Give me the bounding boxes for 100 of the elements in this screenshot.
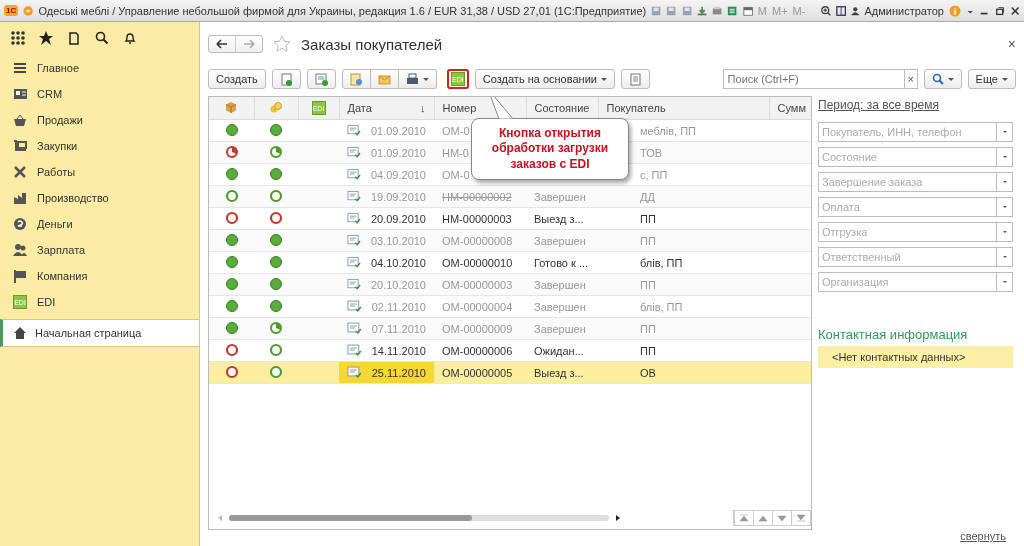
number-cell: НМ-00000003 [442,212,512,225]
column-header[interactable]: Сумм [769,97,811,120]
column-header[interactable]: Покупатель [598,97,769,120]
printer-icon[interactable] [712,4,723,17]
column-header[interactable]: Состояние [526,97,598,120]
star-icon[interactable] [273,35,291,53]
history-icon[interactable] [67,31,81,45]
scroll-right-icon[interactable] [615,514,621,522]
order-row[interactable]: 04.10.2010 ОМ-00000010 Готово к ... блів, ПП [209,251,811,274]
column-header[interactable]: Дата [347,102,372,114]
home-page-tab[interactable]: Начальная страница [0,319,199,347]
star-icon[interactable] [39,31,53,45]
coin-icon [13,217,27,231]
toolbar-icon[interactable] [651,4,662,17]
collapse-link[interactable]: свернуть [960,530,1006,542]
calendar-icon[interactable] [742,4,753,17]
panels-icon[interactable] [835,4,846,17]
list-icon [314,72,328,86]
card-icon [13,87,27,101]
number-cell: ОМ-0 [442,124,470,137]
customer-cell: ПП [640,322,656,335]
dropdown-button[interactable] [996,197,1013,217]
filter-field[interactable]: Отгрузка [818,222,996,242]
section-item[interactable]: Деньги [0,211,199,237]
dropdown-button[interactable] [996,147,1013,167]
section-item[interactable]: Продажи [0,107,199,133]
filter-field[interactable]: Завершение заказа [818,172,996,192]
add-button[interactable] [306,69,336,89]
toolbar-icon[interactable] [681,4,692,17]
section-item[interactable]: Работы [0,159,199,185]
state-cell: Ожидан... [534,344,584,357]
clear-button[interactable]: × [903,69,918,89]
section-item[interactable]: Зарплата [0,237,199,263]
restore-icon[interactable] [994,4,1005,17]
caret-icon [1001,130,1008,134]
period-link[interactable]: Период: за все время [818,98,939,112]
close-button[interactable]: × [1007,36,1016,52]
section-item[interactable]: Закупки [0,133,199,159]
customer-cell: блів, ПП [640,300,683,313]
document-icon [347,256,361,269]
toolbar-icon[interactable] [666,4,677,17]
filter-field[interactable]: Организация [818,272,996,292]
coins-icon[interactable] [270,101,282,113]
dropdown-button[interactable] [996,247,1013,267]
date-cell: 04.09.2010 [370,168,426,181]
scroll-left-icon[interactable] [217,514,223,522]
date-cell: 04.10.2010 [370,256,426,269]
structure-button[interactable] [620,69,650,89]
dropdown-button[interactable] [996,122,1013,142]
caret-icon [422,76,429,82]
filter-field[interactable]: Покупатель, ИНН, телефон [818,122,996,142]
print-button[interactable] [398,69,437,89]
tools-icon [13,165,27,179]
contact-info-text: <Нет контактных данных> [818,346,1013,368]
search-field[interactable]: Поиск (Ctrl+F) [722,69,904,89]
zoom-icon[interactable] [820,4,831,17]
filter-field[interactable]: Ответственный [818,247,996,267]
calculator-icon[interactable] [727,4,738,17]
section-item[interactable]: CRM [0,81,199,107]
report-button[interactable] [341,69,371,89]
dropdown-button[interactable] [996,172,1013,192]
date-cell: 01.09.2010 [370,124,426,137]
number-cell: ОМ-00000009 [442,322,513,335]
more-button[interactable]: Еще [967,69,1016,89]
caret-icon [1001,280,1008,284]
customer-cell: с, ПП [640,168,668,181]
filter-field[interactable]: Состояние [818,147,996,167]
section-item[interactable]: Производство [0,185,199,211]
create-based-on-button[interactable]: Создать на основании [474,69,615,89]
create-button[interactable]: Создать [208,69,266,89]
document-icon [347,168,361,181]
user-name[interactable]: Администратор [864,4,944,17]
order-row[interactable]: 25.11.2010 ОМ-00000005 Выезд з... ОВ [209,361,811,384]
date-cell: 01.09.2010 [370,146,426,159]
download-icon[interactable] [696,4,708,17]
copy-button[interactable] [271,69,301,89]
dropdown-button[interactable] [996,222,1013,242]
section-item[interactable]: Главное [0,55,199,81]
date-cell: 20.10.2010 [370,278,426,291]
document-icon [347,234,361,247]
horizontal-scrollbar[interactable] [229,515,609,521]
dropdown-icon[interactable] [23,4,34,17]
sort-arrow: ↓ [420,102,426,114]
search-icon[interactable] [95,31,109,45]
section-item[interactable]: Компания [0,263,199,289]
close-icon[interactable] [1009,4,1021,17]
people-icon [13,243,27,257]
search-button[interactable] [923,69,962,89]
number-cell: НМ-00000002 [442,190,512,203]
filter-field[interactable]: Оплата [818,197,996,217]
customer-cell: ПП [640,344,656,357]
order-row[interactable]: 14.11.2010 ОМ-00000006 Ожидан... ПП [209,339,811,362]
box-icon[interactable] [225,100,238,114]
apps-grid-icon[interactable] [11,31,25,45]
customer-cell: блів, ПП [640,256,683,269]
bell-icon[interactable] [123,31,137,45]
dropdown-button[interactable] [996,272,1013,292]
order-row[interactable]: 20.09.2010 НМ-00000003 Выезд з... ПП [209,207,811,230]
document-icon [347,190,361,203]
email-button[interactable] [370,69,399,89]
